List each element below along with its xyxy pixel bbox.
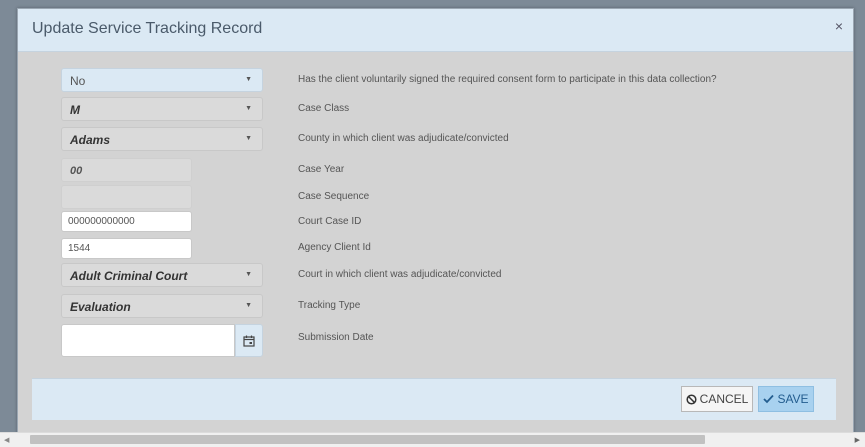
save-label: SAVE	[777, 392, 809, 406]
tracking-type-value: Evaluation	[70, 300, 131, 314]
county-label: County in which client was adjudicate/co…	[298, 133, 509, 144]
court-value: Adult Criminal Court	[70, 269, 188, 283]
chevron-down-icon: ▼	[245, 135, 252, 142]
agency-client-id-label: Agency Client Id	[298, 242, 371, 253]
case-class-select[interactable]: M ▼	[61, 97, 263, 121]
county-value: Adams	[70, 133, 111, 147]
case-year-field: 00	[61, 158, 192, 182]
calendar-button[interactable]	[235, 324, 263, 357]
consent-select[interactable]: No ▼	[61, 68, 263, 92]
case-sequence-field	[61, 185, 192, 209]
check-icon	[763, 394, 775, 404]
cancel-label: CANCEL	[699, 392, 749, 406]
scroll-left-arrow-icon[interactable]: ◀	[4, 436, 9, 444]
close-icon[interactable]: ×	[835, 18, 843, 34]
modal-header: Update Service Tracking Record ×	[18, 9, 853, 52]
calendar-icon	[243, 335, 255, 347]
chevron-down-icon: ▼	[245, 271, 252, 278]
court-case-id-label: Court Case ID	[298, 216, 362, 227]
save-button[interactable]: SAVE	[758, 386, 814, 412]
submission-date-label: Submission Date	[298, 332, 374, 343]
case-class-value: M	[70, 103, 80, 117]
modal-footer: CANCEL SAVE	[32, 378, 836, 420]
tracking-type-label: Tracking Type	[298, 300, 361, 311]
submission-date-group	[61, 324, 263, 357]
case-year-value: 00	[70, 165, 83, 177]
horizontal-scrollbar[interactable]: ◀ ▶	[0, 432, 865, 447]
tracking-type-select[interactable]: Evaluation ▼	[61, 294, 263, 318]
scroll-right-arrow-icon[interactable]: ▶	[855, 436, 860, 444]
agency-client-id-input[interactable]	[61, 238, 192, 259]
court-label: Court in which client was adjudicate/con…	[298, 269, 502, 280]
case-sequence-label: Case Sequence	[298, 191, 370, 202]
update-tracking-modal: Update Service Tracking Record × No ▼ Ha…	[17, 8, 854, 434]
scrollbar-thumb[interactable]	[30, 435, 705, 444]
case-class-label: Case Class	[298, 103, 350, 114]
chevron-down-icon: ▼	[245, 76, 252, 83]
consent-value: No	[70, 74, 86, 88]
county-select[interactable]: Adams ▼	[61, 127, 263, 151]
court-select[interactable]: Adult Criminal Court ▼	[61, 263, 263, 287]
submission-date-input[interactable]	[61, 324, 235, 357]
ban-icon	[686, 393, 697, 405]
modal-title: Update Service Tracking Record	[32, 20, 263, 37]
case-year-label: Case Year	[298, 164, 345, 175]
chevron-down-icon: ▼	[245, 105, 252, 112]
cancel-button[interactable]: CANCEL	[681, 386, 753, 412]
court-case-id-input[interactable]	[61, 211, 192, 232]
chevron-down-icon: ▼	[245, 302, 252, 309]
consent-label: Has the client voluntarily signed the re…	[298, 74, 717, 85]
